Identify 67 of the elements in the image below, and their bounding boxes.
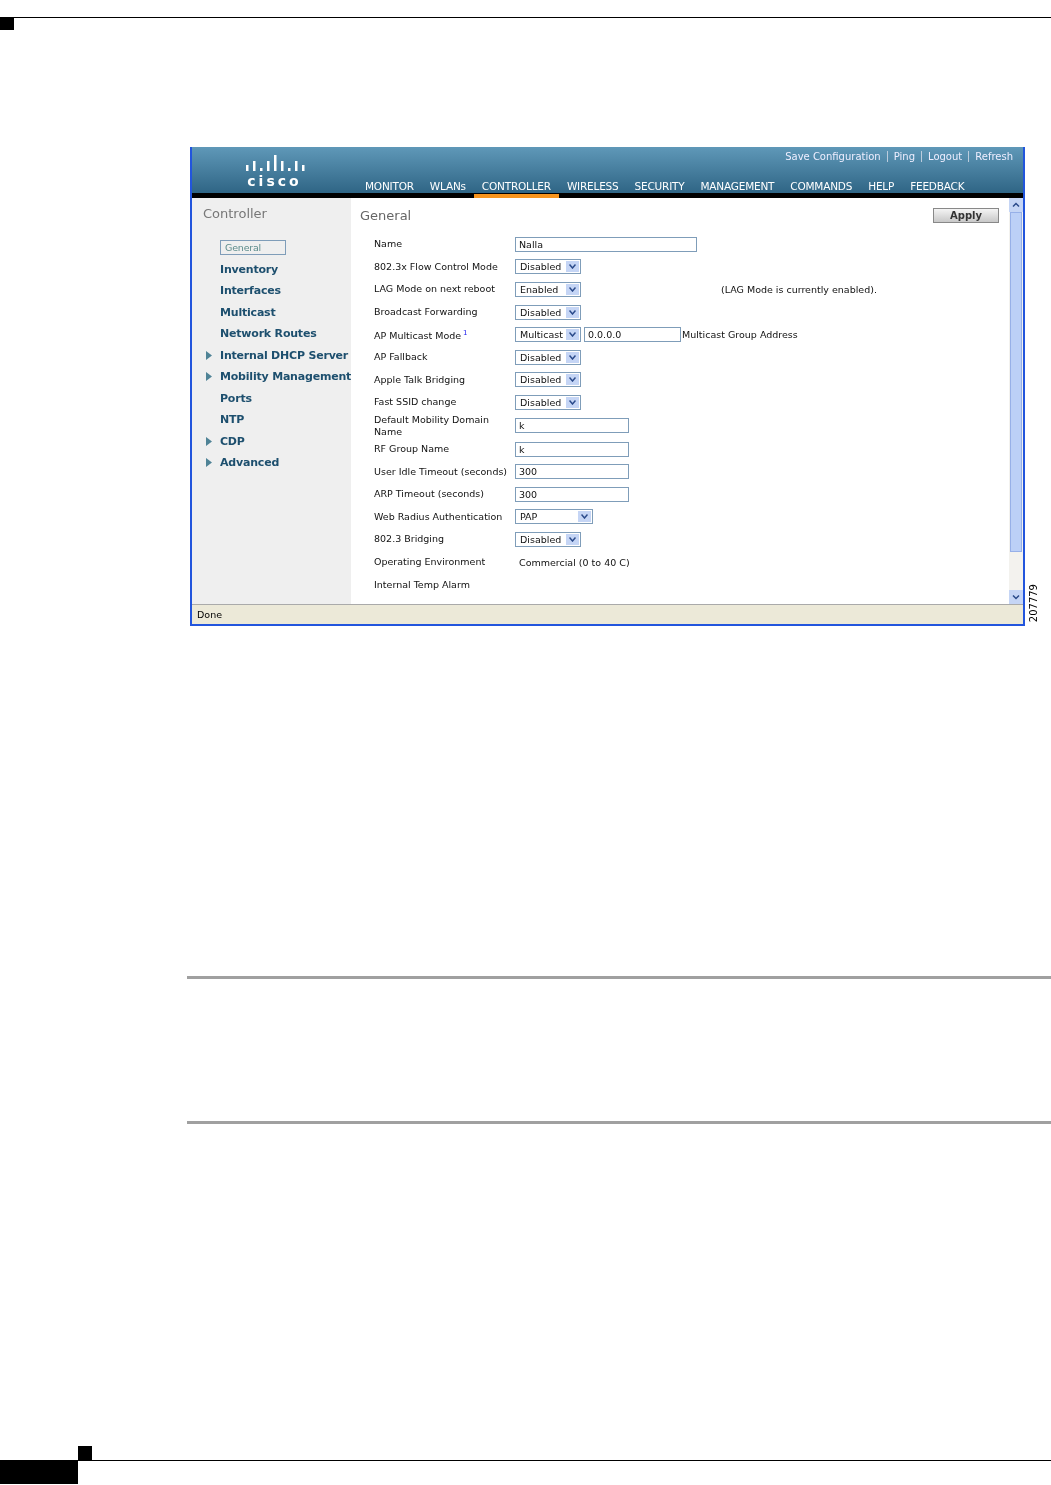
- sidebar-link[interactable]: Mobility Management: [220, 370, 352, 384]
- field-label: 802.3 Bridging: [374, 533, 446, 546]
- caret-icon: [569, 309, 576, 315]
- text-field[interactable]: k: [515, 418, 629, 434]
- field-label: Name: [374, 238, 404, 251]
- text-field[interactable]: k: [515, 441, 629, 457]
- sidebar-link[interactable]: Internal DHCP Server: [220, 348, 349, 362]
- field-label: Default Mobility Domain Name: [374, 413, 490, 438]
- sidebar-link[interactable]: Advanced: [220, 456, 280, 470]
- dropdown[interactable]: Multicast: [515, 327, 581, 343]
- sidebar-link[interactable]: Interfaces: [220, 284, 281, 298]
- text-field[interactable]: Nalla: [515, 236, 697, 252]
- dropdown[interactable]: Enabled: [515, 282, 581, 297]
- caret-icon: [581, 514, 588, 520]
- scroll-down-icon[interactable]: [1009, 590, 1023, 604]
- dropdown[interactable]: Disabled: [515, 394, 581, 410]
- field-label: 802.3x Flow Control Mode: [374, 260, 499, 273]
- caret-icon: [569, 264, 576, 270]
- expand-triangle-icon[interactable]: [206, 372, 212, 382]
- sidebar-link[interactable]: Inventory: [220, 262, 278, 276]
- sidebar-link[interactable]: Ports: [220, 391, 252, 405]
- expand-triangle-icon[interactable]: [206, 458, 212, 468]
- sidebar-link[interactable]: Multicast: [220, 305, 276, 319]
- dropdown[interactable]: PAP: [515, 509, 593, 525]
- field-label: User Idle Timeout (seconds): [374, 465, 509, 478]
- dropdown[interactable]: Disabled: [515, 531, 581, 547]
- sidebar-title: Controller: [203, 206, 268, 221]
- scrollbar[interactable]: [1009, 198, 1023, 604]
- caret-icon: [569, 536, 576, 542]
- dropdown[interactable]: Disabled: [515, 349, 581, 365]
- apply-button[interactable]: Apply: [933, 208, 999, 223]
- field-label: AP Multicast Mode $^{1}$: [374, 328, 469, 343]
- field-label: Apple Talk Bridging: [374, 373, 467, 386]
- field-label: Operating Environment: [374, 556, 487, 568]
- status-note: (LAG Mode is currently enabled).: [721, 284, 877, 295]
- status-text: Done: [197, 609, 222, 620]
- caret-icon: [569, 399, 576, 405]
- dropdown[interactable]: Disabled: [515, 372, 581, 388]
- caret-icon: [569, 377, 576, 383]
- page-title: General: [360, 208, 412, 223]
- caret-icon: [569, 287, 576, 292]
- field-label: Broadcast Forwarding: [374, 306, 479, 319]
- dropdown[interactable]: Disabled: [515, 259, 581, 275]
- field-value: Commercial (0 to 40 C): [518, 556, 630, 568]
- text-field[interactable]: 300: [515, 486, 629, 502]
- text-field[interactable]: 300: [515, 464, 629, 480]
- field-label: RF Group Name: [374, 443, 451, 456]
- field-hint: Multicast Group Address: [682, 329, 798, 341]
- sidebar-link[interactable]: Network Routes: [220, 327, 317, 341]
- scroll-up-icon[interactable]: [1009, 198, 1023, 212]
- caret-icon: [569, 332, 576, 338]
- sidebar-link[interactable]: CDP: [220, 434, 245, 448]
- field-label: LAG Mode on next reboot: [374, 283, 496, 296]
- figure-number: 207779: [1028, 583, 1039, 622]
- logo-bars-icon: [243, 155, 306, 171]
- expand-triangle-icon[interactable]: [206, 436, 212, 446]
- logo-text: cisco: [247, 173, 302, 189]
- text-field[interactable]: 0.0.0.0: [584, 327, 681, 343]
- caret-icon: [569, 354, 576, 360]
- dropdown[interactable]: Disabled: [515, 304, 581, 320]
- field-label: ARP Timeout (seconds): [374, 488, 485, 501]
- expand-triangle-icon[interactable]: [206, 350, 212, 360]
- field-label: Internal Temp Alarm: [374, 578, 471, 591]
- field-label: Fast SSID change: [374, 396, 458, 409]
- field-label: AP Fallback: [374, 351, 429, 364]
- field-label: Web Radius Authentication: [374, 510, 504, 523]
- sidebar-link[interactable]: NTP: [220, 413, 245, 427]
